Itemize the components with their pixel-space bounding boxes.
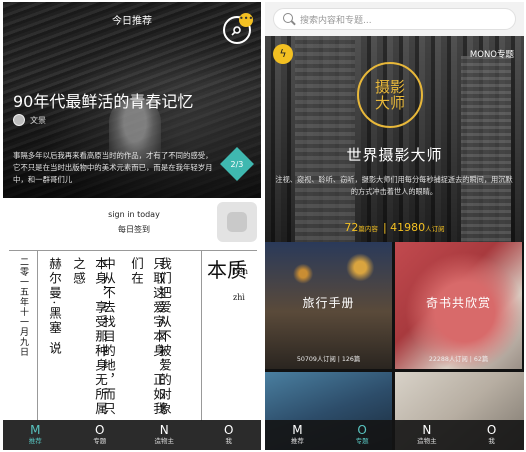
tab-me[interactable]: O我: [459, 420, 524, 450]
topic-card-travel[interactable]: 旅行手册 50709人订阅 | 126篇: [265, 242, 392, 369]
search-placeholder: 搜索内容和专题...: [300, 16, 372, 26]
content-unit: 篇内容: [358, 225, 378, 233]
card-title: 旅行手册: [302, 296, 355, 310]
card-meta: 22288人订阅 | 62篇: [428, 356, 489, 363]
author-name: 文景: [30, 115, 46, 125]
hero-headline[interactable]: 90年代最鲜活的青春记忆: [13, 88, 193, 112]
tab-label: 推荐: [28, 437, 42, 445]
quote-line: 赫尔曼·黑塞 说: [47, 257, 62, 356]
more-badge-icon: •••: [239, 13, 253, 27]
building-photo: [295, 36, 355, 242]
tab-glyph: O: [357, 423, 367, 437]
author-row[interactable]: 文景: [13, 114, 46, 126]
tab-label: 我: [488, 437, 495, 445]
divider: [201, 251, 202, 421]
card-title: 奇书共欣赏: [425, 296, 491, 310]
hero-card[interactable]: 今日推荐 ••• 90年代最鲜活的青春记忆 文景 事隔多年以后我再来看高原当时的…: [3, 2, 261, 198]
word-of-day: 本质 běn zhì: [207, 257, 249, 302]
tab-glyph: O: [95, 423, 105, 437]
page-title: 今日推荐: [112, 16, 152, 27]
tab-glyph: N: [159, 423, 169, 437]
tab-label: 专题: [355, 437, 369, 445]
tab-glyph: N: [422, 423, 432, 437]
subscriber-unit: 人订阅: [425, 225, 445, 233]
lightning-icon: ϟ: [273, 44, 293, 64]
tab-glyph: M: [30, 423, 41, 437]
tab-label: 造物主: [417, 437, 437, 445]
pager-text: 2/3: [230, 159, 244, 169]
topic-seal-logo: 摄影大师: [357, 62, 423, 128]
quote-date: 二零一五年十一月九日: [18, 257, 28, 357]
topic-desc: 注视、窥视、聆听、窃听，摄影大师们用每分每秒捕捉逝去的瞬间，用沉默的方式冲击着世…: [275, 175, 513, 196]
content-count: 72: [344, 221, 359, 234]
topic-stats: 72篇内容 | 41980人订阅: [344, 221, 445, 234]
topic-grid: 旅行手册 50709人订阅 | 126篇 奇书共欣赏 22288人订阅 | 62…: [265, 242, 524, 450]
tab-glyph: M: [292, 423, 303, 437]
seal-text: 摄影大师: [374, 78, 405, 112]
signin-button[interactable]: [217, 202, 257, 242]
tab-topics[interactable]: O 专题: [330, 420, 395, 450]
quote-line: 中从不去找目的地，而只: [101, 257, 116, 417]
tab-recommend[interactable]: M 推荐: [3, 420, 68, 450]
tab-label: 推荐: [290, 437, 304, 445]
search-icon: [283, 13, 293, 23]
featured-topic[interactable]: ϟ MONO专题 摄影大师 世界摄影大师 注视、窥视、聆听、窃听，摄影大师们用每…: [265, 36, 524, 242]
daily-quote: 二零一五年十一月九日 赫尔曼·黑塞 说 本身，享受那种身无所属之感 中从不去找目…: [9, 250, 257, 421]
avatar: [13, 114, 25, 126]
tab-label: 我: [225, 437, 233, 445]
tab-me[interactable]: O我: [197, 420, 262, 450]
card-meta: 50709人订阅 | 126篇: [296, 356, 361, 363]
tab-label: 造物主: [154, 437, 175, 445]
left-screen: 今日推荐 ••• 90年代最鲜活的青春记忆 文景 事隔多年以后我再来看高原当时的…: [3, 2, 261, 450]
pinyin-1: běn: [233, 267, 249, 276]
bottom-tabbar: M 推荐 O 专题 N 造物主 O我: [265, 420, 524, 450]
tab-recommend[interactable]: M 推荐: [265, 420, 330, 450]
tab-creator[interactable]: N 造物主: [132, 420, 197, 450]
divider: [37, 251, 38, 421]
signin-section: sign in today 每日签到: [3, 202, 261, 242]
pinyin-2: zhì: [233, 293, 245, 302]
tab-label: 专题: [93, 437, 107, 445]
tab-creator[interactable]: N 造物主: [395, 420, 460, 450]
chat-button[interactable]: •••: [223, 13, 253, 44]
brand-label: MONO专题: [469, 50, 514, 60]
tab-glyph: O: [224, 423, 234, 437]
right-screen: 搜索内容和专题... ϟ MONO专题 摄影大师 世界摄影大师 注视、窥视、聆听…: [265, 2, 524, 450]
quote-line: 我们把爱从不被爱的对象: [157, 257, 172, 417]
subscriber-count: 41980: [390, 221, 426, 234]
topic-card-books[interactable]: 奇书共欣赏 22288人订阅 | 62篇: [395, 242, 522, 369]
tab-topics[interactable]: O 专题: [68, 420, 133, 450]
hero-summary: 事隔多年以后我再来看高原当时的作品，才有了不同的感受，它不只是在当时出版物中的美…: [13, 151, 213, 184]
tab-glyph: O: [486, 423, 497, 437]
search-bar: 搜索内容和专题...: [265, 2, 524, 36]
bottom-tabbar: M 推荐 O 专题 N 造物主 O我: [3, 420, 261, 450]
topic-title: 世界摄影大师: [346, 146, 443, 164]
